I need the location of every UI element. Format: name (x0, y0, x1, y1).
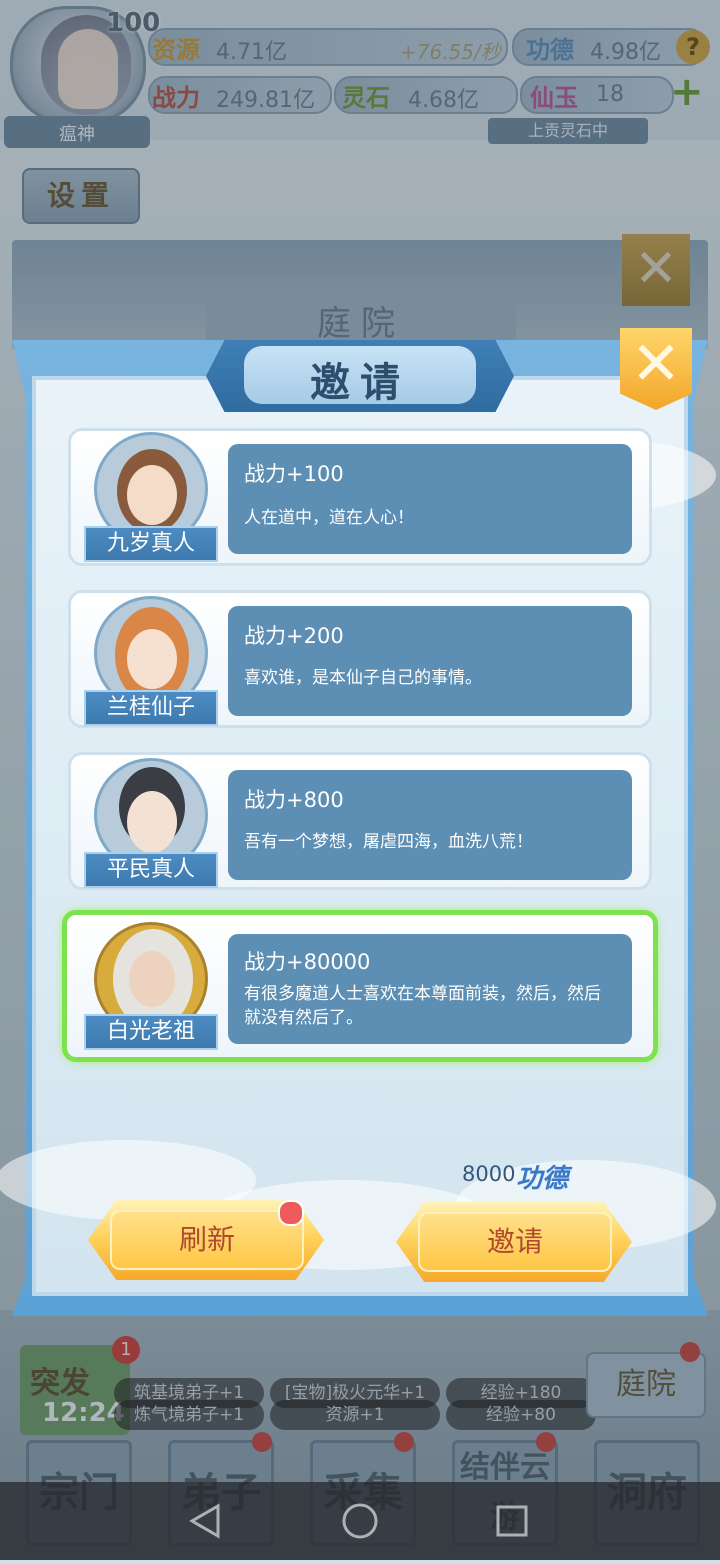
merit-currency-label: 功德 (516, 1164, 569, 1194)
candidate-power: 战力+80000 (244, 950, 371, 974)
candidate-quote: 吾有一个梦想，屠虐四海，血洗八荒！ (244, 832, 533, 852)
candidate-power: 战力+800 (244, 788, 344, 812)
candidate-quote: 喜欢谁，是本仙子自己的事情。 (244, 668, 482, 688)
invite-button-label: 邀请 (418, 1212, 612, 1272)
candidate-description: 战力+80000 有很多魔道人士喜欢在本尊面前装，然后，然后就没有然后了。 (228, 934, 632, 1044)
portrait-face (127, 791, 177, 853)
candidate-power: 战力+200 (244, 624, 344, 648)
invite-button[interactable]: 邀请 (396, 1202, 632, 1282)
close-button[interactable]: ✕ (620, 328, 692, 410)
candidate-quote: 人在道中，道在人心！ (244, 508, 414, 528)
candidate-name: 平民真人 (84, 852, 218, 888)
refresh-red-dot (278, 1200, 304, 1226)
candidate-description: 战力+800 吾有一个梦想，屠虐四海，血洗八荒！ (228, 770, 632, 880)
portrait-face (129, 951, 175, 1007)
candidate-description: 战力+100 人在道中，道在人心！ (228, 444, 632, 554)
candidate-description: 战力+200 喜欢谁，是本仙子自己的事情。 (228, 606, 632, 716)
portrait-face (127, 465, 177, 525)
candidate-name: 兰桂仙子 (84, 690, 218, 726)
dialog-title: 邀请 (310, 359, 410, 406)
candidate-name: 白光老祖 (84, 1014, 218, 1050)
invite-cost-value: 8000 (462, 1162, 516, 1186)
candidate-name: 九岁真人 (84, 526, 218, 562)
refresh-button-label: 刷新 (110, 1210, 304, 1270)
candidate-quote: 有很多魔道人士喜欢在本尊面前装，然后，然后就没有然后了。 (244, 984, 601, 1028)
portrait-face (127, 629, 177, 689)
candidate-power: 战力+100 (244, 462, 344, 486)
